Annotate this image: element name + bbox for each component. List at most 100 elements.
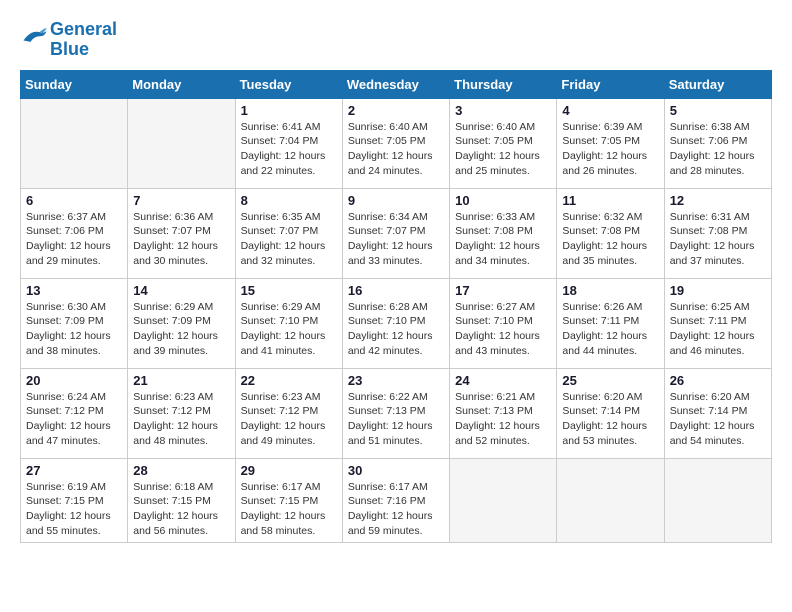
day-info: Sunrise: 6:17 AMSunset: 7:15 PMDaylight:… xyxy=(241,480,337,539)
calendar-cell: 8 Sunrise: 6:35 AMSunset: 7:07 PMDaylight… xyxy=(235,188,342,278)
calendar-week-row: 13 Sunrise: 6:30 AMSunset: 7:09 PMDayligh… xyxy=(21,278,772,368)
day-info: Sunrise: 6:25 AMSunset: 7:11 PMDaylight:… xyxy=(670,300,766,359)
day-info: Sunrise: 6:40 AMSunset: 7:05 PMDaylight:… xyxy=(455,120,551,179)
day-info: Sunrise: 6:26 AMSunset: 7:11 PMDaylight:… xyxy=(562,300,658,359)
logo: General Blue xyxy=(20,20,117,60)
calendar-cell: 20 Sunrise: 6:24 AMSunset: 7:12 PMDayligh… xyxy=(21,368,128,458)
calendar-cell: 11 Sunrise: 6:32 AMSunset: 7:08 PMDayligh… xyxy=(557,188,664,278)
day-info: Sunrise: 6:24 AMSunset: 7:12 PMDaylight:… xyxy=(26,390,122,449)
day-number: 14 xyxy=(133,283,229,298)
day-number: 8 xyxy=(241,193,337,208)
calendar-cell: 6Sunrise: 6:37 AMSunset: 7:06 PMDaylight… xyxy=(21,188,128,278)
calendar-cell: 19 Sunrise: 6:25 AMSunset: 7:11 PMDayligh… xyxy=(664,278,771,368)
day-info: Sunrise: 6:20 AMSunset: 7:14 PMDaylight:… xyxy=(562,390,658,449)
day-number: 28 xyxy=(133,463,229,478)
day-number: 30 xyxy=(348,463,444,478)
calendar-cell: 7 Sunrise: 6:36 AMSunset: 7:07 PMDaylight… xyxy=(128,188,235,278)
calendar-cell: 24Sunrise: 6:21 AMSunset: 7:13 PMDayligh… xyxy=(450,368,557,458)
weekday-header-wednesday: Wednesday xyxy=(342,70,449,98)
day-number: 16 xyxy=(348,283,444,298)
day-number: 1 xyxy=(241,103,337,118)
calendar-cell xyxy=(450,458,557,543)
calendar-week-row: 6Sunrise: 6:37 AMSunset: 7:06 PMDaylight… xyxy=(21,188,772,278)
day-info: Sunrise: 6:37 AMSunset: 7:06 PMDaylight:… xyxy=(26,210,122,269)
calendar-cell: 27 Sunrise: 6:19 AMSunset: 7:15 PMDayligh… xyxy=(21,458,128,543)
day-info: Sunrise: 6:33 AMSunset: 7:08 PMDaylight:… xyxy=(455,210,551,269)
calendar-cell xyxy=(664,458,771,543)
calendar-cell xyxy=(128,98,235,188)
calendar-cell: 9 Sunrise: 6:34 AMSunset: 7:07 PMDaylight… xyxy=(342,188,449,278)
day-info: Sunrise: 6:38 AMSunset: 7:06 PMDaylight:… xyxy=(670,120,766,179)
day-info: Sunrise: 6:31 AMSunset: 7:08 PMDaylight:… xyxy=(670,210,766,269)
calendar-cell: 21Sunrise: 6:23 AMSunset: 7:12 PMDayligh… xyxy=(128,368,235,458)
day-number: 12 xyxy=(670,193,766,208)
calendar-cell: 22Sunrise: 6:23 AMSunset: 7:12 PMDayligh… xyxy=(235,368,342,458)
calendar-week-row: 1 Sunrise: 6:41 AMSunset: 7:04 PMDaylight… xyxy=(21,98,772,188)
calendar-cell xyxy=(557,458,664,543)
day-number: 25 xyxy=(562,373,658,388)
day-number: 9 xyxy=(348,193,444,208)
weekday-header-thursday: Thursday xyxy=(450,70,557,98)
weekday-header-monday: Monday xyxy=(128,70,235,98)
calendar-cell: 16 Sunrise: 6:28 AMSunset: 7:10 PMDayligh… xyxy=(342,278,449,368)
day-number: 11 xyxy=(562,193,658,208)
logo-text: General xyxy=(50,20,117,40)
day-number: 3 xyxy=(455,103,551,118)
day-info: Sunrise: 6:30 AMSunset: 7:09 PMDaylight:… xyxy=(26,300,122,359)
day-info: Sunrise: 6:36 AMSunset: 7:07 PMDaylight:… xyxy=(133,210,229,269)
day-info: Sunrise: 6:35 AMSunset: 7:07 PMDaylight:… xyxy=(241,210,337,269)
calendar-cell xyxy=(21,98,128,188)
weekday-header-friday: Friday xyxy=(557,70,664,98)
weekday-header-row: SundayMondayTuesdayWednesdayThursdayFrid… xyxy=(21,70,772,98)
day-number: 26 xyxy=(670,373,766,388)
day-info: Sunrise: 6:41 AMSunset: 7:04 PMDaylight:… xyxy=(241,120,337,179)
calendar-cell: 1 Sunrise: 6:41 AMSunset: 7:04 PMDaylight… xyxy=(235,98,342,188)
day-number: 19 xyxy=(670,283,766,298)
calendar-cell: 29Sunrise: 6:17 AMSunset: 7:15 PMDayligh… xyxy=(235,458,342,543)
calendar-cell: 5 Sunrise: 6:38 AMSunset: 7:06 PMDaylight… xyxy=(664,98,771,188)
calendar-cell: 28 Sunrise: 6:18 AMSunset: 7:15 PMDayligh… xyxy=(128,458,235,543)
calendar-cell: 2Sunrise: 6:40 AMSunset: 7:05 PMDaylight… xyxy=(342,98,449,188)
weekday-header-saturday: Saturday xyxy=(664,70,771,98)
calendar-cell: 25 Sunrise: 6:20 AMSunset: 7:14 PMDayligh… xyxy=(557,368,664,458)
day-number: 18 xyxy=(562,283,658,298)
logo-bird-icon xyxy=(20,26,48,48)
day-info: Sunrise: 6:39 AMSunset: 7:05 PMDaylight:… xyxy=(562,120,658,179)
calendar-cell: 15 Sunrise: 6:29 AMSunset: 7:10 PMDayligh… xyxy=(235,278,342,368)
day-info: Sunrise: 6:34 AMSunset: 7:07 PMDaylight:… xyxy=(348,210,444,269)
day-info: Sunrise: 6:27 AMSunset: 7:10 PMDaylight:… xyxy=(455,300,551,359)
day-info: Sunrise: 6:32 AMSunset: 7:08 PMDaylight:… xyxy=(562,210,658,269)
logo-text2: Blue xyxy=(50,40,117,60)
calendar-cell: 10 Sunrise: 6:33 AMSunset: 7:08 PMDayligh… xyxy=(450,188,557,278)
calendar-cell: 3 Sunrise: 6:40 AMSunset: 7:05 PMDaylight… xyxy=(450,98,557,188)
calendar-cell: 4 Sunrise: 6:39 AMSunset: 7:05 PMDaylight… xyxy=(557,98,664,188)
day-info: Sunrise: 6:28 AMSunset: 7:10 PMDaylight:… xyxy=(348,300,444,359)
day-number: 15 xyxy=(241,283,337,298)
day-info: Sunrise: 6:17 AMSunset: 7:16 PMDaylight:… xyxy=(348,480,444,539)
day-info: Sunrise: 6:20 AMSunset: 7:14 PMDaylight:… xyxy=(670,390,766,449)
day-number: 7 xyxy=(133,193,229,208)
day-number: 23 xyxy=(348,373,444,388)
day-number: 10 xyxy=(455,193,551,208)
day-number: 27 xyxy=(26,463,122,478)
day-number: 24 xyxy=(455,373,551,388)
day-number: 13 xyxy=(26,283,122,298)
day-number: 22 xyxy=(241,373,337,388)
calendar-cell: 12 Sunrise: 6:31 AMSunset: 7:08 PMDayligh… xyxy=(664,188,771,278)
day-info: Sunrise: 6:29 AMSunset: 7:09 PMDaylight:… xyxy=(133,300,229,359)
day-info: Sunrise: 6:18 AMSunset: 7:15 PMDaylight:… xyxy=(133,480,229,539)
calendar-cell: 13 Sunrise: 6:30 AMSunset: 7:09 PMDayligh… xyxy=(21,278,128,368)
weekday-header-sunday: Sunday xyxy=(21,70,128,98)
day-number: 4 xyxy=(562,103,658,118)
day-number: 5 xyxy=(670,103,766,118)
calendar-cell: 18 Sunrise: 6:26 AMSunset: 7:11 PMDayligh… xyxy=(557,278,664,368)
day-info: Sunrise: 6:19 AMSunset: 7:15 PMDaylight:… xyxy=(26,480,122,539)
calendar-body: 1 Sunrise: 6:41 AMSunset: 7:04 PMDaylight… xyxy=(21,98,772,543)
calendar-week-row: 20 Sunrise: 6:24 AMSunset: 7:12 PMDayligh… xyxy=(21,368,772,458)
day-info: Sunrise: 6:22 AMSunset: 7:13 PMDaylight:… xyxy=(348,390,444,449)
day-number: 20 xyxy=(26,373,122,388)
day-info: Sunrise: 6:23 AMSunset: 7:12 PMDaylight:… xyxy=(133,390,229,449)
calendar-cell: 17Sunrise: 6:27 AMSunset: 7:10 PMDayligh… xyxy=(450,278,557,368)
calendar-cell: 23 Sunrise: 6:22 AMSunset: 7:13 PMDayligh… xyxy=(342,368,449,458)
day-info: Sunrise: 6:29 AMSunset: 7:10 PMDaylight:… xyxy=(241,300,337,359)
